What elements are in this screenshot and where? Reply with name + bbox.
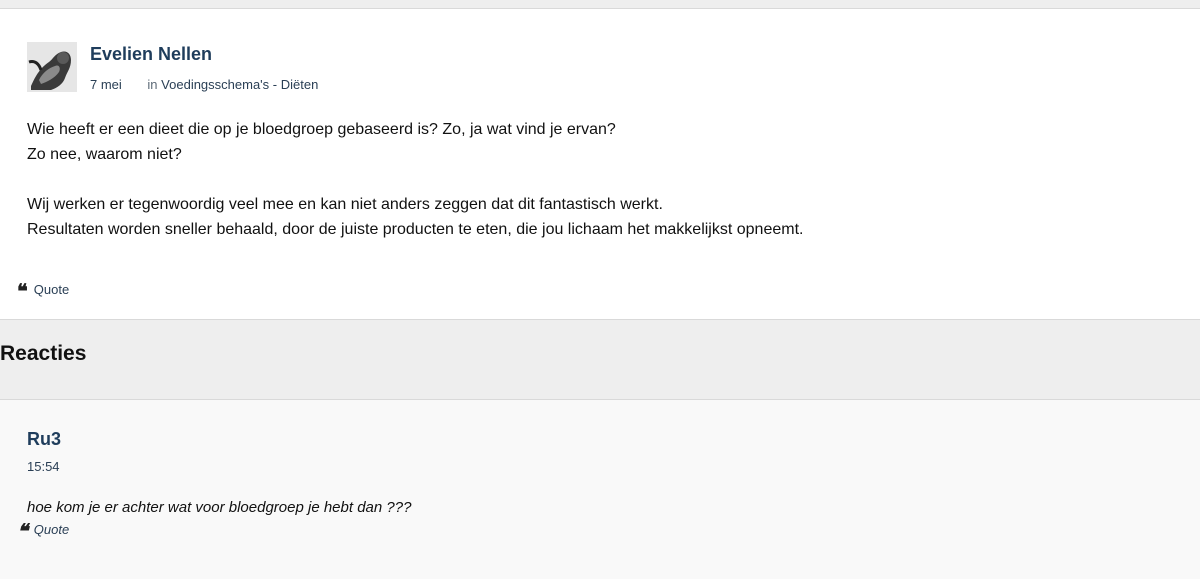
comment-quote-button[interactable]: ❝ Quote	[17, 519, 70, 543]
quote-icon: ❝	[17, 519, 28, 543]
comment-author[interactable]: Ru3	[27, 429, 61, 450]
post-line: Zo nee, waarom niet?	[27, 146, 182, 163]
author-avatar[interactable]	[27, 42, 77, 92]
post-line: Resultaten worden sneller behaald, door …	[27, 221, 804, 238]
post-in-label: in	[147, 77, 158, 92]
quote-label: Quote	[33, 522, 70, 537]
post-quote-button[interactable]: ❝ Quote	[17, 279, 70, 303]
post-body: Wie heeft er een dieet die op je bloedgr…	[27, 117, 803, 242]
post-date: 7 mei	[90, 77, 122, 92]
post-author[interactable]: Evelien Nellen	[90, 44, 212, 65]
post-line: Wie heeft er een dieet die op je bloedgr…	[27, 121, 616, 138]
post-card: Evelien Nellen 7 mei in Voedingsschema's…	[0, 8, 1200, 320]
post-meta: 7 mei in Voedingsschema's - Diëten	[90, 77, 318, 92]
post-line: Wij werken er tegenwoordig veel mee en k…	[27, 196, 663, 213]
comment-time: 15:54	[27, 459, 60, 474]
comment-text: hoe kom je er achter wat voor bloedgroep…	[27, 499, 412, 516]
quote-icon: ❝	[17, 279, 28, 303]
post-category-link[interactable]: Voedingsschema's - Diëten	[161, 77, 318, 92]
quote-label: Quote	[33, 282, 70, 297]
avatar-photo	[27, 42, 77, 92]
reacties-heading: Reacties	[0, 342, 87, 365]
comment-card: Ru3 15:54 hoe kom je er achter wat voor …	[0, 399, 1200, 579]
